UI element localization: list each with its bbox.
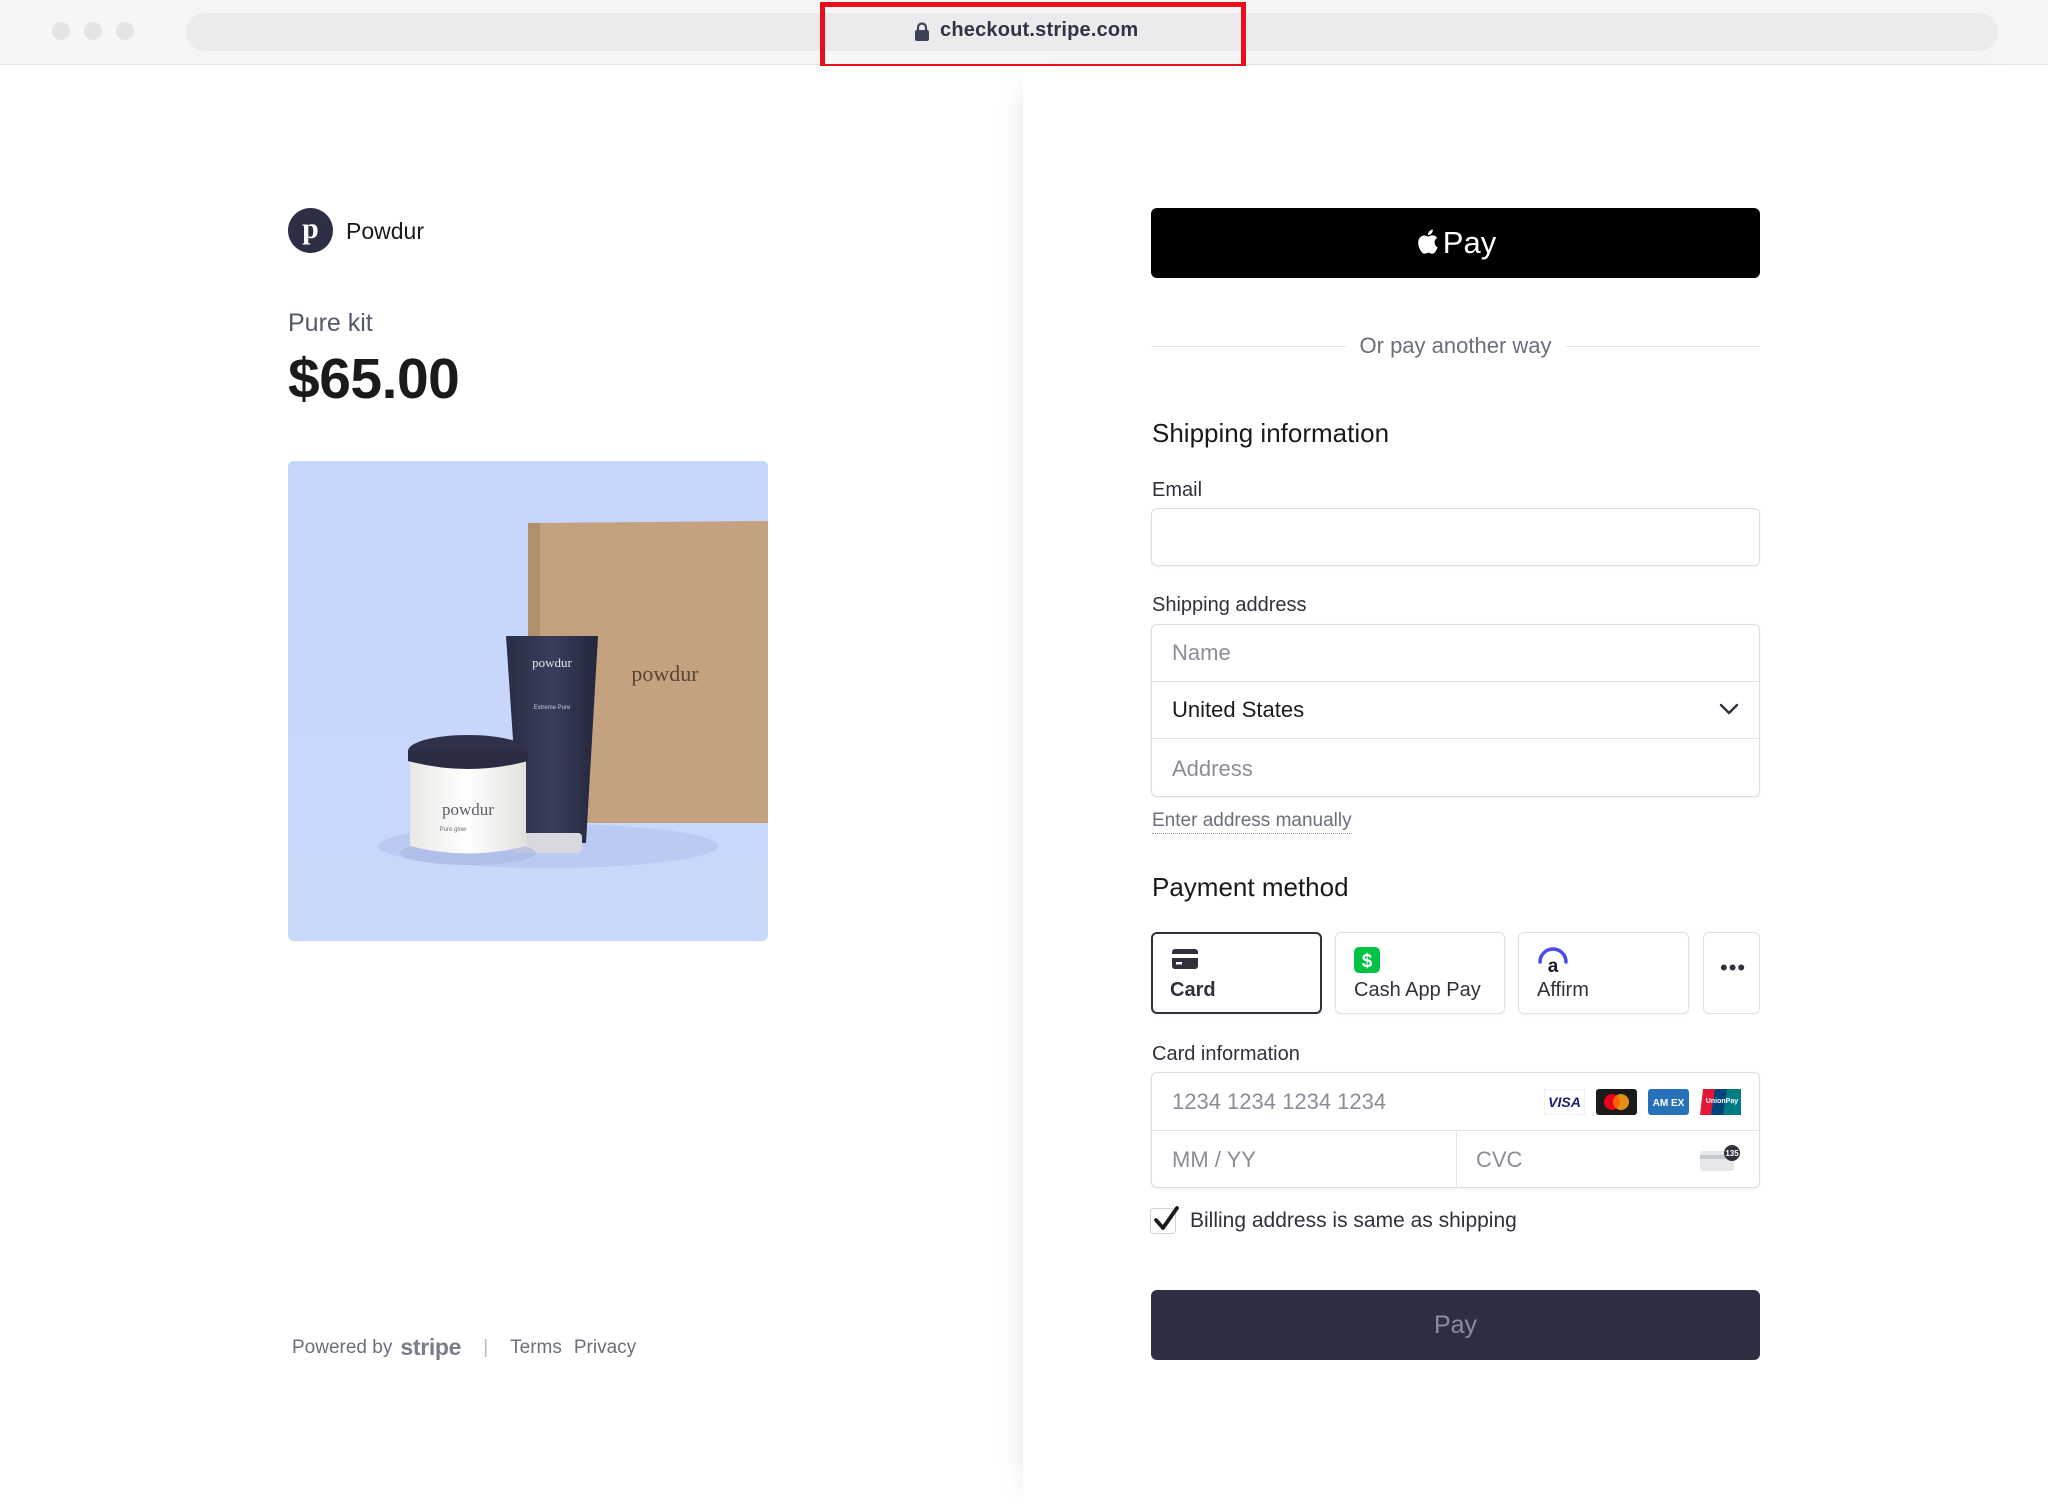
cash-app-method-label: Cash App Pay	[1354, 979, 1481, 1001]
amex-icon: AM EX	[1648, 1089, 1689, 1115]
address-field[interactable]: Address	[1152, 740, 1759, 797]
product-name: Pure kit	[288, 309, 373, 337]
billing-same-label: Billing address is same as shipping	[1190, 1209, 1517, 1232]
checkout-footer: Powered by stripe | Terms Privacy	[292, 1334, 648, 1361]
footer-separator: |	[483, 1336, 489, 1358]
chevron-down-icon	[1719, 703, 1739, 715]
apple-pay-label: Pay	[1442, 225, 1497, 260]
payment-method-card[interactable]: Card	[1151, 932, 1322, 1014]
shipping-address-group: Name United States Address	[1151, 624, 1760, 797]
expiry-field[interactable]: MM / YY	[1172, 1147, 1256, 1173]
visa-icon: VISA	[1544, 1089, 1585, 1115]
merchant-logo[interactable]: p	[288, 208, 333, 253]
card-brands: VISA AM EX UnionPay	[1544, 1089, 1741, 1115]
email-label: Email	[1152, 479, 1203, 501]
box-brand-text: powdur	[631, 661, 699, 686]
svg-text:135: 135	[1725, 1149, 1739, 1158]
url-highlight-box	[820, 2, 1246, 69]
svg-text:a: a	[1548, 956, 1559, 973]
jar-brand-text: powdur	[442, 800, 494, 819]
jar-sub-text: Pure glow	[440, 827, 467, 833]
tube-brand-text: powdur	[532, 655, 572, 670]
name-field[interactable]: Name	[1152, 625, 1759, 682]
stripe-logo[interactable]: stripe	[400, 1334, 461, 1361]
svg-text:AM EX: AM EX	[1653, 1098, 1685, 1109]
terms-link[interactable]: Terms	[510, 1337, 562, 1359]
product-price: $65.00	[288, 347, 460, 411]
billing-checkbox[interactable]	[1150, 1206, 1179, 1234]
window-zoom-dot[interactable]	[116, 22, 134, 40]
enter-address-manually-link[interactable]: Enter address manually	[1152, 810, 1352, 834]
merchant-name[interactable]: Powdur	[346, 218, 424, 245]
shipping-title: Shipping information	[1152, 418, 1390, 448]
tube-sub-text: Extreme Pure	[534, 705, 571, 711]
country-select[interactable]: United States	[1152, 682, 1759, 739]
checkmark-icon	[1154, 1206, 1179, 1230]
product-image: powdur powdur Extreme Pure powdur Pure g…	[288, 461, 768, 941]
privacy-link[interactable]: Privacy	[574, 1337, 636, 1359]
apple-logo-icon	[1417, 229, 1438, 254]
svg-text:UnionPay: UnionPay	[1706, 1098, 1738, 1105]
divider-text: Or pay another way	[1359, 333, 1552, 358]
more-dots-icon: •••	[1720, 955, 1747, 980]
card-icon	[1172, 949, 1198, 969]
card-method-label: Card	[1170, 979, 1216, 1001]
billing-same-as-shipping[interactable]: Billing address is same as shipping	[1150, 1206, 1517, 1234]
payment-method-affirm[interactable]: a Affirm	[1518, 932, 1689, 1014]
email-field[interactable]	[1151, 508, 1760, 566]
card-number-field[interactable]: 1234 1234 1234 1234	[1172, 1089, 1386, 1115]
payment-method-cash-app[interactable]: $ Cash App Pay	[1335, 932, 1505, 1014]
shipping-address-label: Shipping address	[1152, 594, 1307, 616]
svg-text:VISA: VISA	[1548, 1094, 1581, 1110]
mastercard-icon	[1596, 1089, 1637, 1115]
alt-pay-divider: Or pay another way	[1151, 333, 1761, 359]
powered-by-label: Powered by	[292, 1336, 393, 1358]
unionpay-icon: UnionPay	[1700, 1089, 1741, 1115]
card-information-group: 1234 1234 1234 1234 VISA AM EX UnionPay …	[1151, 1072, 1760, 1188]
cash-app-icon: $	[1354, 947, 1380, 973]
pay-button[interactable]: Pay	[1151, 1290, 1760, 1360]
affirm-method-label: Affirm	[1537, 979, 1589, 1001]
apple-pay-button[interactable]: Pay	[1151, 208, 1760, 278]
payment-method-title: Payment method	[1152, 872, 1349, 902]
svg-text:$: $	[1362, 951, 1373, 972]
country-value: United States	[1172, 697, 1305, 722]
more-payment-methods-button[interactable]: •••	[1703, 932, 1760, 1014]
cvc-field[interactable]: CVC	[1476, 1147, 1522, 1173]
window-close-dot[interactable]	[52, 22, 70, 40]
cvc-card-icon: 135	[1700, 1145, 1740, 1171]
card-information-label: Card information	[1152, 1043, 1300, 1065]
affirm-icon: a	[1538, 947, 1568, 973]
window-minimize-dot[interactable]	[84, 22, 102, 40]
